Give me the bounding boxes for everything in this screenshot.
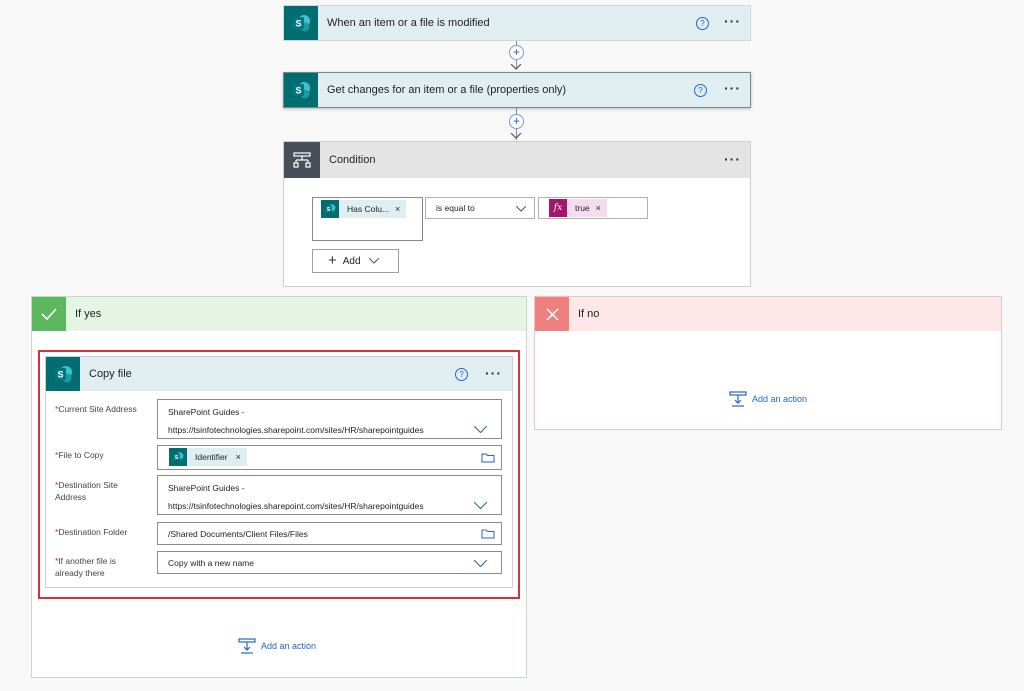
chevron-down-icon [516,206,526,212]
sharepoint-icon: S [169,448,187,466]
add-action-icon [729,391,747,407]
add-action-label: Add an action [752,394,808,404]
if-yes-branch: If yes S Copy file ? ··· *Current Site A… [31,296,527,678]
condition-operator-dropdown[interactable]: is equal to [425,197,535,219]
close-icon [535,297,569,331]
dynamic-content-token[interactable]: S Has Colu... × [321,200,407,218]
copy-file-card[interactable]: S Copy file ? ··· *Current Site Address … [45,356,513,588]
svg-text:S: S [295,19,301,29]
folder-icon[interactable] [481,528,495,539]
dest-folder-label: *Destination Folder [55,527,128,537]
if-no-title: If no [578,308,600,320]
condition-card[interactable]: Condition ··· S Has Colu... × is equal t… [283,141,751,287]
help-icon[interactable]: ? [455,368,468,381]
dynamic-content-token[interactable]: S Identifier × [169,448,247,466]
condition-icon [284,142,320,178]
add-action-button[interactable]: Add an action [238,638,316,654]
insert-step-plus-icon[interactable]: + [509,114,524,129]
svg-text:S: S [295,86,301,96]
svg-text:S: S [327,207,331,213]
more-options-icon[interactable]: ··· [724,14,741,28]
svg-text:S: S [175,455,179,461]
sharepoint-icon: S [284,6,318,40]
add-label: Add [342,255,361,267]
token-label: true [575,203,590,213]
help-icon[interactable]: ? [696,17,709,30]
add-action-icon [238,638,256,654]
condition-left-operand[interactable]: S Has Colu... × [312,197,423,241]
arrow-down-icon [511,64,521,70]
more-options-icon[interactable]: ··· [724,152,741,166]
dest-site-label: *Destination Site Address [55,480,118,502]
add-action-button[interactable]: Add an action [729,391,807,407]
condition-right-operand[interactable]: fx true × [538,197,648,219]
arrow-down-icon [511,133,521,139]
sharepoint-icon: S [46,357,80,391]
remove-token-icon[interactable]: × [395,204,400,214]
chevron-down-icon [474,560,487,567]
dest-folder-input[interactable]: /Shared Documents/Client Files/Files [157,522,502,545]
token-label: Identifier [195,452,228,462]
dest-site-line1: SharePoint Guides - [168,483,245,493]
folder-icon[interactable] [481,452,495,463]
token-label: Has Colu... [347,204,390,214]
if-exists-value: Copy with a new name [168,558,254,568]
add-action-label: Add an action [261,641,317,651]
more-options-icon[interactable]: ··· [485,366,502,380]
current-site-line2: https://tsinfotechnologies.sharepoint.co… [168,425,424,435]
trigger-title: When an item or a file is modified [327,17,490,29]
if-no-branch: If no Add an action [534,296,1002,430]
dest-site-line2: https://tsinfotechnologies.sharepoint.co… [168,501,424,511]
get-changes-card[interactable]: S Get changes for an item or a file (pro… [283,72,751,108]
if-exists-dropdown[interactable]: Copy with a new name [157,551,502,574]
current-site-line1: SharePoint Guides - [168,407,245,417]
chevron-down-icon [474,502,487,509]
remove-token-icon[interactable]: × [236,452,241,462]
svg-text:S: S [57,370,63,380]
get-changes-title: Get changes for an item or a file (prope… [327,84,567,96]
file-to-copy-input[interactable]: S Identifier × [157,445,502,470]
if-exists-label: *If another file is already there [55,556,116,578]
plus-icon: + [328,252,337,269]
remove-token-icon[interactable]: × [596,203,601,213]
add-condition-button[interactable]: + Add [312,249,399,273]
chevron-down-icon [368,258,379,264]
if-yes-title: If yes [75,308,102,320]
chevron-down-icon [474,426,487,433]
help-icon[interactable]: ? [694,84,707,97]
operator-label: is equal to [436,203,475,213]
copy-file-title: Copy file [89,368,132,380]
condition-title: Condition [329,154,376,166]
current-site-label: *Current Site Address [55,404,137,414]
insert-step-plus-icon[interactable]: + [509,45,524,60]
expression-token[interactable]: fx true × [549,199,607,217]
fx-icon: fx [549,199,567,217]
current-site-dropdown[interactable]: SharePoint Guides - https://tsinfotechno… [157,399,502,439]
file-to-copy-label: *File to Copy [55,450,104,460]
dest-folder-value: /Shared Documents/Client Files/Files [168,529,308,539]
more-options-icon[interactable]: ··· [724,81,741,95]
sharepoint-icon: S [284,73,318,107]
trigger-card[interactable]: S When an item or a file is modified ? ·… [283,5,751,41]
sharepoint-icon: S [321,200,339,218]
dest-site-dropdown[interactable]: SharePoint Guides - https://tsinfotechno… [157,475,502,515]
checkmark-icon [32,297,66,331]
